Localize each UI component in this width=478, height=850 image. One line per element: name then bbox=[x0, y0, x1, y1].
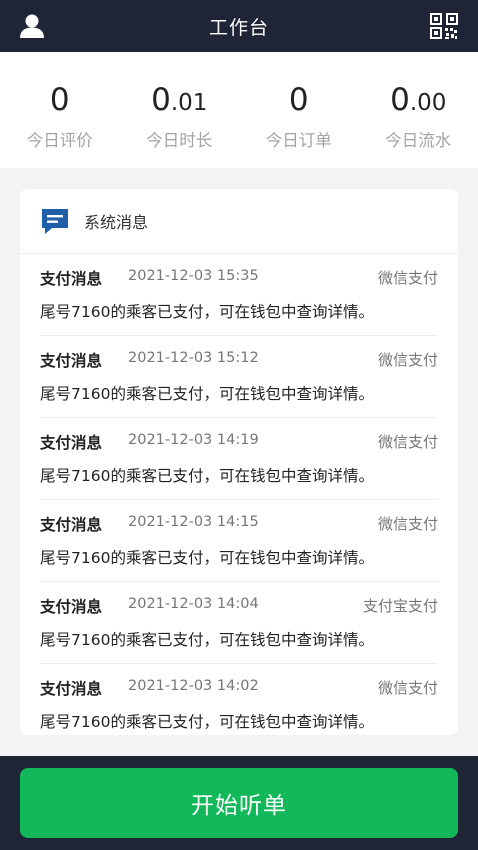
message-time: 2021-12-03 15:35 bbox=[128, 268, 259, 284]
message-time: 2021-12-03 14:02 bbox=[128, 678, 259, 694]
message-item[interactable]: 支付消息 2021-12-03 14:15 微信支付 尾号7160的乘客已支付，… bbox=[40, 500, 438, 582]
message-item[interactable]: 支付消息 2021-12-03 15:12 微信支付 尾号7160的乘客已支付，… bbox=[40, 336, 438, 418]
system-messages-card: 系统消息 支付消息 2021-12-03 15:35 微信支付 尾号7160的乘… bbox=[20, 189, 458, 735]
page-title: 工作台 bbox=[208, 16, 269, 39]
message-item[interactable]: 支付消息 2021-12-03 14:04 支付宝支付 尾号7160的乘客已支付… bbox=[40, 582, 438, 664]
message-item[interactable]: 支付消息 2021-12-03 15:35 微信支付 尾号7160的乘客已支付，… bbox=[40, 254, 438, 336]
payment-method: 微信支付 bbox=[377, 679, 438, 697]
message-item[interactable]: 支付消息 2021-12-03 14:02 微信支付 尾号7160的乘客已支付，… bbox=[40, 664, 438, 735]
message-text: 尾号7160的乘客已支付，可在钱包中查询详情。 bbox=[40, 385, 374, 403]
card-title: 系统消息 bbox=[84, 213, 149, 232]
payment-method: 微信支付 bbox=[377, 433, 438, 451]
message-title: 支付消息 bbox=[40, 352, 103, 370]
stat-label: 今日订单 bbox=[265, 131, 332, 150]
stat-rating[interactable]: 0 今日评价 bbox=[0, 52, 120, 168]
message-list: 支付消息 2021-12-03 15:35 微信支付 尾号7160的乘客已支付，… bbox=[20, 254, 458, 735]
top-bar: 工作台 bbox=[0, 0, 478, 52]
card-header: 系统消息 bbox=[20, 189, 458, 254]
message-text: 尾号7160的乘客已支付，可在钱包中查询详情。 bbox=[40, 631, 374, 649]
start-listening-button[interactable]: 开始听单 bbox=[20, 768, 458, 838]
bottom-bar: 开始听单 bbox=[0, 756, 478, 850]
message-item[interactable]: 支付消息 2021-12-03 14:19 微信支付 尾号7160的乘客已支付，… bbox=[40, 418, 438, 500]
payment-method: 微信支付 bbox=[377, 351, 438, 369]
message-title: 支付消息 bbox=[40, 516, 103, 534]
message-time: 2021-12-03 14:15 bbox=[128, 514, 259, 530]
user-icon[interactable] bbox=[18, 12, 46, 40]
stat-value: 0.01 bbox=[151, 82, 208, 118]
message-time: 2021-12-03 15:12 bbox=[128, 350, 259, 366]
message-title: 支付消息 bbox=[40, 680, 103, 698]
stat-value: 0 bbox=[288, 82, 309, 118]
message-text: 尾号7160的乘客已支付，可在钱包中查询详情。 bbox=[40, 713, 374, 731]
payment-method: 微信支付 bbox=[377, 269, 438, 287]
message-title: 支付消息 bbox=[40, 270, 103, 288]
message-title: 支付消息 bbox=[40, 598, 103, 616]
qr-code-icon[interactable] bbox=[430, 13, 458, 39]
stat-duration[interactable]: 0.01 今日时长 bbox=[120, 52, 240, 168]
stats-panel: 0 今日评价 0.01 今日时长 0 今日订单 0.00 今日流水 bbox=[0, 52, 478, 168]
message-text: 尾号7160的乘客已支付，可在钱包中查询详情。 bbox=[40, 467, 374, 485]
message-text: 尾号7160的乘客已支付，可在钱包中查询详情。 bbox=[40, 303, 374, 321]
payment-method: 微信支付 bbox=[377, 515, 438, 533]
stat-label: 今日评价 bbox=[26, 131, 93, 150]
payment-method: 支付宝支付 bbox=[362, 597, 438, 615]
stat-revenue[interactable]: 0.00 今日流水 bbox=[359, 52, 478, 168]
stat-orders[interactable]: 0 今日订单 bbox=[239, 52, 359, 168]
stat-value: 0.00 bbox=[390, 82, 447, 118]
stat-value: 0 bbox=[49, 82, 70, 118]
message-title: 支付消息 bbox=[40, 434, 103, 452]
message-time: 2021-12-03 14:04 bbox=[128, 596, 259, 612]
stat-label: 今日流水 bbox=[385, 131, 452, 150]
message-time: 2021-12-03 14:19 bbox=[128, 432, 259, 448]
stat-label: 今日时长 bbox=[146, 131, 213, 150]
message-text: 尾号7160的乘客已支付，可在钱包中查询详情。 bbox=[40, 549, 374, 567]
message-icon bbox=[42, 209, 68, 234]
